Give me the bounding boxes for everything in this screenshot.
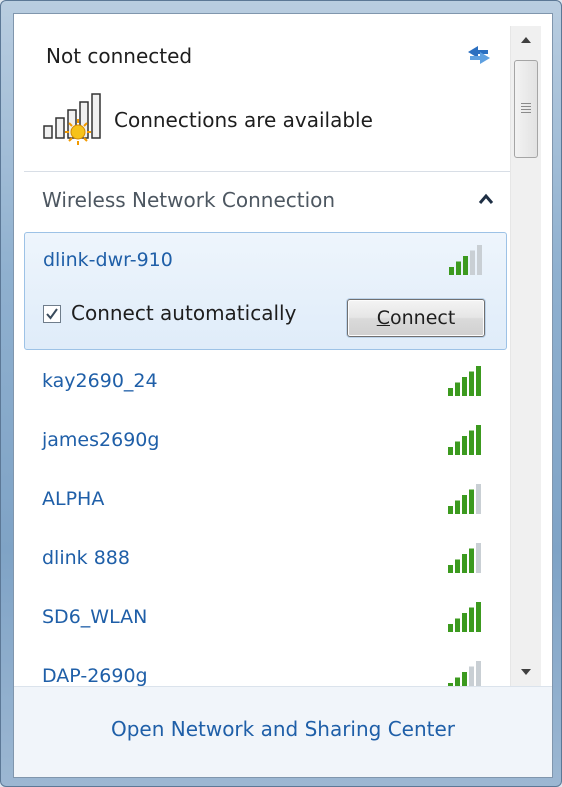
- signal-bar: [469, 489, 474, 514]
- signal-bar: [476, 543, 481, 573]
- signal-bar: [463, 256, 468, 275]
- scroll-up-arrow-icon[interactable]: [511, 26, 541, 54]
- wifi-signal-icon: [449, 245, 482, 275]
- signal-bar: [462, 377, 467, 396]
- signal-bar: [476, 484, 481, 514]
- signal-bar: [469, 371, 474, 396]
- connect-button[interactable]: Connect: [347, 299, 485, 337]
- signal-bar: [448, 624, 453, 632]
- network-item[interactable]: kay2690_24: [24, 354, 507, 413]
- connection-status: Not connected: [46, 44, 193, 68]
- network-name: dlink 888: [42, 547, 130, 569]
- signal-bar: [449, 267, 454, 275]
- signal-bar: [477, 245, 482, 275]
- signal-bar: [455, 382, 460, 396]
- signal-bar: [462, 495, 467, 514]
- wifi-signal-icon: [448, 366, 481, 396]
- signal-bar: [476, 366, 481, 396]
- signal-bar: [455, 618, 460, 632]
- wifi-signal-icon: [448, 602, 481, 632]
- refresh-icon[interactable]: [462, 40, 496, 68]
- network-list: kay2690_24 james2690g ALPHA dlink 888 SD…: [24, 354, 507, 708]
- signal-bar: [456, 261, 461, 275]
- connections-available-text: Connections are available: [114, 108, 373, 132]
- network-name: dlink-dwr-910: [43, 249, 173, 271]
- wifi-signal-icon: [448, 543, 481, 573]
- signal-bar: [448, 388, 453, 396]
- network-item[interactable]: SD6_WLAN: [24, 590, 507, 649]
- network-flyout-panel: Not connected Connections are available: [13, 13, 553, 778]
- network-flyout-frame: Not connected Connections are available: [0, 0, 562, 787]
- signal-bar: [462, 554, 467, 573]
- network-name: DAP-2690g: [42, 665, 148, 687]
- divider: [24, 171, 512, 172]
- connect-automatically-label[interactable]: Connect automatically: [71, 301, 296, 325]
- signal-bar: [469, 607, 474, 632]
- connect-accesskey: C: [376, 307, 390, 329]
- signal-bar: [448, 565, 453, 573]
- signal-bar: [455, 500, 460, 514]
- wifi-signal-icon: [448, 425, 481, 455]
- connect-automatically-checkbox[interactable]: [43, 305, 61, 323]
- checkmark-icon: [46, 308, 58, 320]
- signal-bar: [448, 447, 453, 455]
- network-bars-sunburst-icon: [43, 93, 101, 145]
- signal-bar: [476, 425, 481, 455]
- scroll-down-arrow-icon[interactable]: [511, 658, 541, 686]
- network-item[interactable]: dlink 888: [24, 531, 507, 590]
- vertical-scrollbar[interactable]: [510, 26, 541, 686]
- scroll-thumb[interactable]: [514, 60, 538, 158]
- network-item[interactable]: james2690g: [24, 413, 507, 472]
- wifi-signal-icon: [448, 484, 481, 514]
- section-title: Wireless Network Connection: [42, 188, 336, 212]
- network-name: SD6_WLAN: [42, 606, 148, 628]
- selected-network-item[interactable]: dlink-dwr-910 Connect automatically Conn…: [24, 232, 507, 350]
- network-item[interactable]: ALPHA: [24, 472, 507, 531]
- scroll-grip-icon: [521, 103, 531, 115]
- footer: Open Network and Sharing Center: [14, 686, 552, 777]
- signal-bar: [462, 436, 467, 455]
- connect-label-rest: onnect: [389, 307, 456, 329]
- signal-bar: [470, 250, 475, 275]
- open-network-sharing-center-link[interactable]: Open Network and Sharing Center: [14, 717, 552, 741]
- signal-bar: [476, 602, 481, 632]
- network-name: kay2690_24: [42, 370, 158, 392]
- signal-bar: [448, 506, 453, 514]
- network-name: james2690g: [42, 429, 160, 451]
- signal-bar: [462, 613, 467, 632]
- network-name: ALPHA: [42, 488, 105, 510]
- signal-bar: [455, 441, 460, 455]
- chevron-up-icon[interactable]: [478, 192, 494, 206]
- signal-bar: [469, 430, 474, 455]
- signal-bar: [455, 559, 460, 573]
- signal-bar: [469, 548, 474, 573]
- wireless-section-header[interactable]: Wireless Network Connection: [24, 174, 512, 230]
